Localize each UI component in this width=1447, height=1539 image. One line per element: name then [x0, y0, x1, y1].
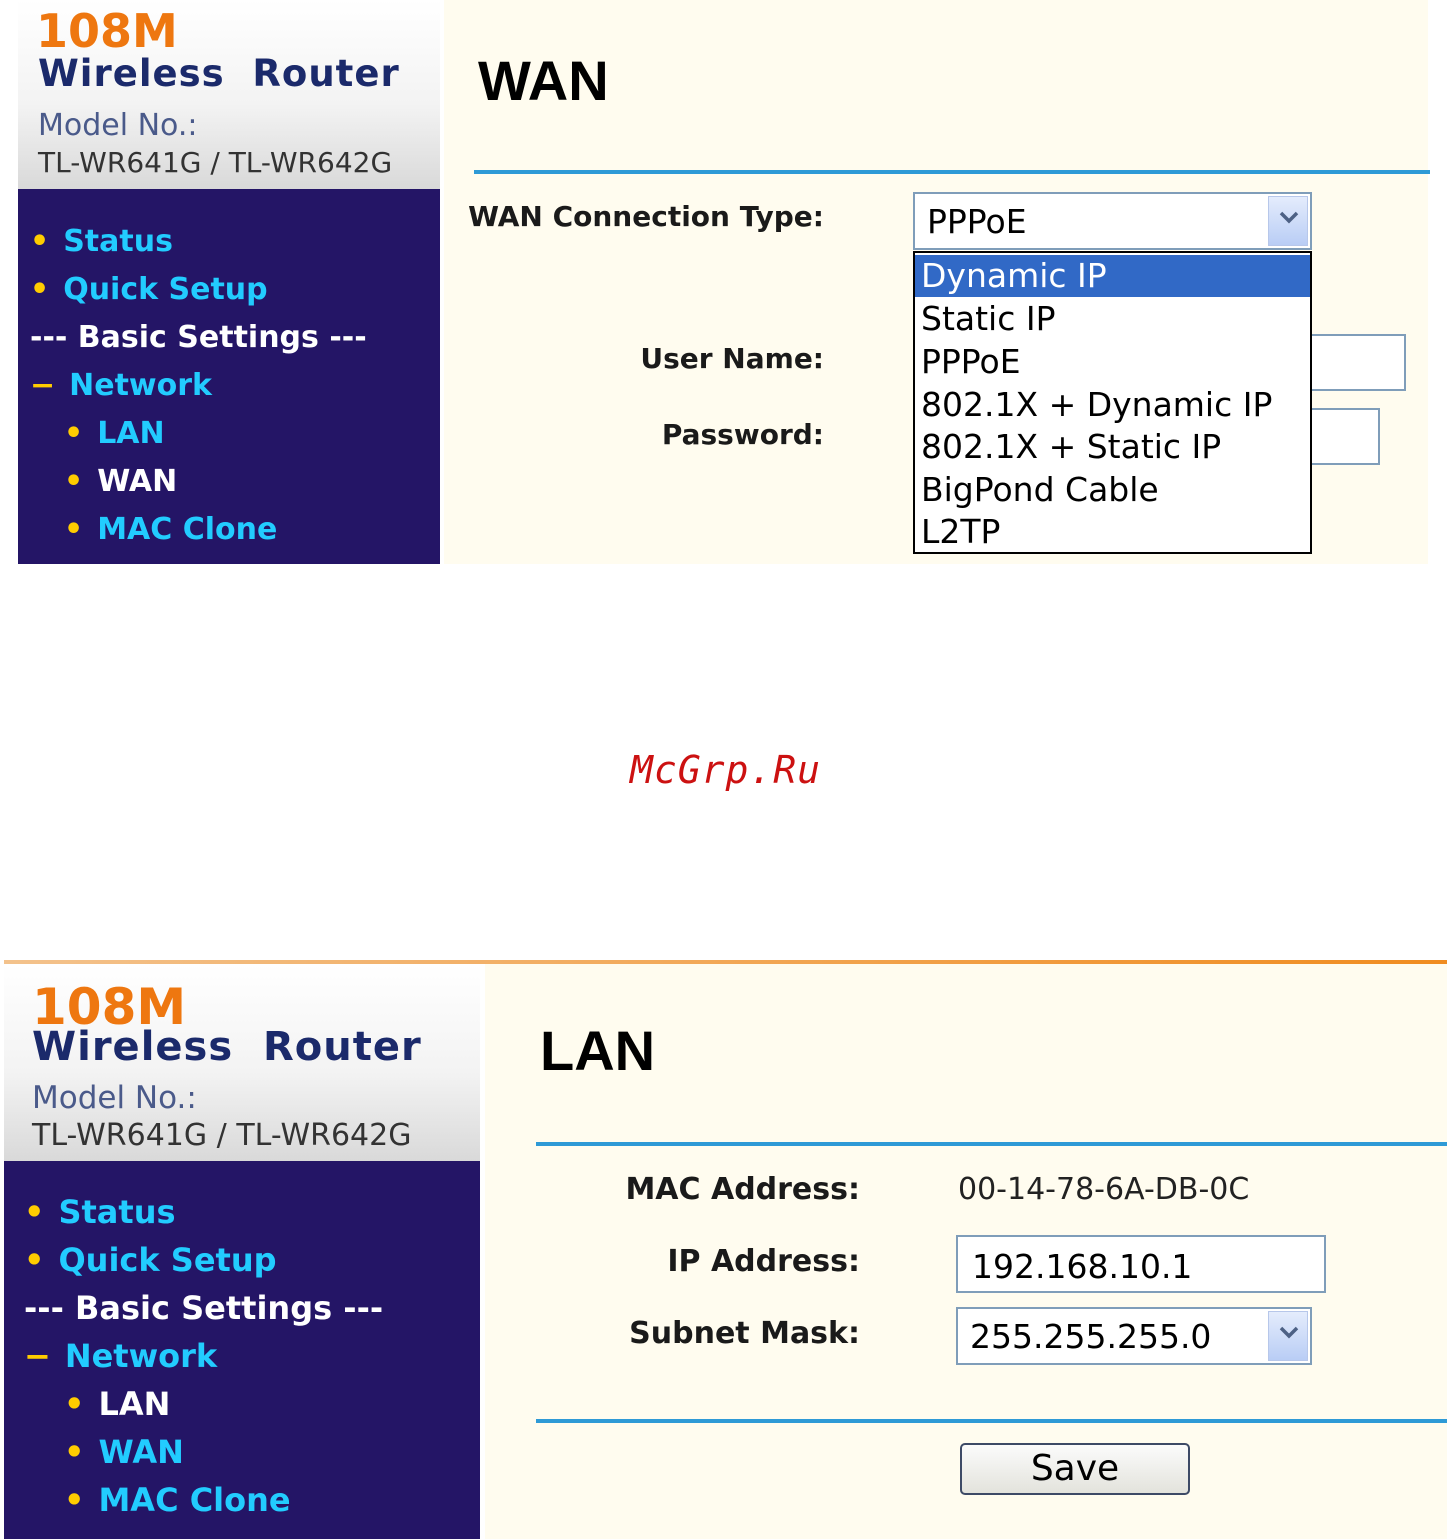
mac-address-label: MAC Address: — [625, 1172, 860, 1207]
selected-value: PPPoE — [927, 202, 1027, 241]
input-value: 192.168.10.1 — [972, 1247, 1193, 1286]
bullet-icon: • — [64, 1433, 85, 1471]
lan-content: LAN MAC Address: 00-14-78-6A-DB-0C IP Ad… — [485, 964, 1447, 1539]
collapse-icon: − — [30, 368, 56, 403]
menu-label: LAN — [98, 1385, 171, 1423]
menu-label: WAN — [98, 1433, 184, 1471]
sidebar: 108M Wireless Router Model No.: TL-WR641… — [4, 964, 480, 1539]
nav-menu: • Status • Quick Setup --- Basic Settings … — [4, 1161, 480, 1539]
bullet-icon: • — [64, 1385, 85, 1423]
option-l2tp[interactable]: L2TP — [915, 511, 1310, 553]
option-dynamic-ip[interactable]: Dynamic IP — [915, 255, 1310, 297]
menu-item-quick-setup[interactable]: • Quick Setup — [24, 1244, 277, 1276]
divider — [474, 170, 1430, 174]
option-8021x-static-ip[interactable]: 802.1X + Static IP — [915, 426, 1310, 468]
menu-label: Network — [69, 368, 213, 403]
bullet-icon: • — [64, 464, 84, 499]
save-button[interactable]: Save — [960, 1443, 1190, 1495]
bullet-icon: • — [30, 272, 50, 307]
menu-item-network[interactable]: − Network — [30, 371, 212, 401]
page-title: LAN — [540, 1019, 656, 1082]
wan-screenshot: 108M Wireless Router Model No.: TL-WR641… — [0, 0, 1447, 564]
model-label: Model No.: — [32, 1080, 197, 1116]
menu-item-quick-setup[interactable]: • Quick Setup — [30, 275, 268, 305]
menu-item-status[interactable]: • Status — [24, 1196, 176, 1228]
brand-speed: 108M — [36, 4, 178, 58]
wan-connection-type-label: WAN Connection Type: — [468, 200, 824, 233]
bullet-icon: • — [30, 224, 50, 259]
menu-label: LAN — [97, 416, 165, 451]
brand-product-name: Wireless Router — [38, 52, 400, 95]
brand-header: 108M Wireless Router Model No.: TL-WR641… — [4, 964, 480, 1161]
subnet-mask-select[interactable]: 255.255.255.0 — [956, 1307, 1312, 1365]
menu-label: Status — [58, 1193, 176, 1231]
brand-header: 108M Wireless Router Model No.: TL-WR641… — [18, 0, 440, 189]
menu-label: MAC Clone — [97, 512, 278, 547]
brand-product-name: Wireless Router — [32, 1024, 422, 1070]
subnet-mask-label: Subnet Mask: — [629, 1316, 860, 1351]
option-pppoe[interactable]: PPPoE — [915, 341, 1310, 383]
menu-section-basic-settings: --- Basic Settings --- — [24, 1289, 384, 1327]
menu-item-lan[interactable]: • LAN — [64, 1388, 170, 1420]
mac-address-value: 00-14-78-6A-DB-0C — [958, 1172, 1250, 1207]
bullet-icon: • — [64, 416, 84, 451]
chevron-down-icon[interactable] — [1268, 1311, 1308, 1361]
menu-label: Network — [64, 1337, 218, 1375]
bullet-icon: • — [24, 1241, 45, 1279]
divider-bottom — [536, 1419, 1447, 1423]
bullet-icon: • — [24, 1193, 45, 1231]
user-name-label: User Name: — [640, 342, 824, 375]
menu-item-lan[interactable]: • LAN — [64, 419, 165, 449]
menu-item-mac-clone[interactable]: • MAC Clone — [64, 1484, 291, 1516]
nav-menu: • Status • Quick Setup --- Basic Settings … — [18, 189, 440, 564]
bullet-icon: • — [64, 512, 84, 547]
menu-section-basic-settings: --- Basic Settings --- — [30, 320, 367, 355]
menu-item-network[interactable]: − Network — [24, 1340, 217, 1372]
model-number: TL-WR641G / TL-WR642G — [38, 146, 393, 179]
model-number: TL-WR641G / TL-WR642G — [32, 1118, 412, 1153]
menu-label: WAN — [97, 464, 178, 499]
lan-screenshot: 108M Wireless Router Model No.: TL-WR641… — [0, 958, 1447, 1539]
page-title: WAN — [478, 49, 609, 112]
ip-address-label: IP Address: — [667, 1244, 860, 1279]
divider — [536, 1142, 1447, 1146]
option-8021x-dynamic-ip[interactable]: 802.1X + Dynamic IP — [915, 384, 1310, 426]
menu-item-status[interactable]: • Status — [30, 227, 173, 257]
password-label: Password: — [661, 418, 824, 451]
menu-item-mac-clone[interactable]: • MAC Clone — [64, 515, 277, 545]
option-bigpond-cable[interactable]: BigPond Cable — [915, 469, 1310, 511]
wan-connection-type-select[interactable]: PPPoE — [913, 192, 1312, 250]
selected-value: 255.255.255.0 — [970, 1317, 1212, 1356]
model-label: Model No.: — [38, 108, 198, 143]
watermark: McGrp.Ru — [630, 748, 822, 792]
wan-content: WAN WAN Connection Type: PPPoE User Name… — [444, 0, 1430, 564]
menu-label: Quick Setup — [63, 272, 268, 307]
bullet-icon: • — [64, 1481, 85, 1519]
menu-item-wan[interactable]: • WAN — [64, 1436, 184, 1468]
menu-label: Status — [63, 224, 173, 259]
menu-label: MAC Clone — [98, 1481, 291, 1519]
option-static-ip[interactable]: Static IP — [915, 298, 1310, 340]
sidebar: 108M Wireless Router Model No.: TL-WR641… — [18, 0, 440, 564]
collapse-icon: − — [24, 1337, 51, 1375]
menu-item-wan[interactable]: • WAN — [64, 467, 177, 497]
chevron-down-icon[interactable] — [1268, 196, 1308, 246]
ip-address-input[interactable]: 192.168.10.1 — [956, 1235, 1326, 1293]
menu-label: Quick Setup — [58, 1241, 277, 1279]
wan-connection-type-dropdown: Dynamic IP Static IP PPPoE 802.1X + Dyna… — [913, 251, 1312, 554]
